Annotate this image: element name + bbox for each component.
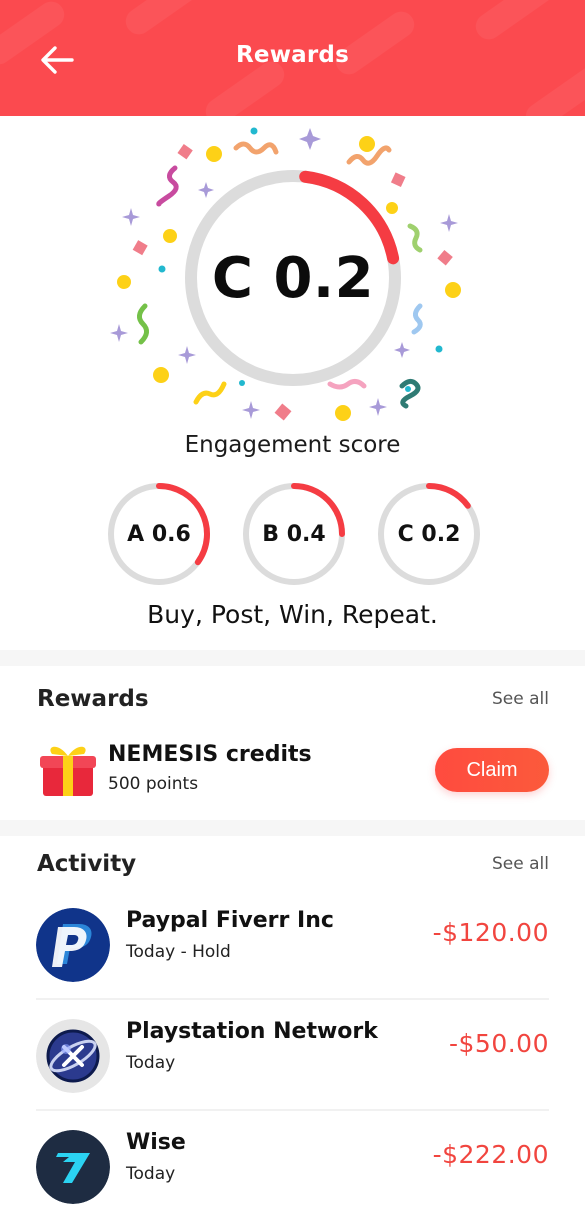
grade-ring-b: B 0.4 <box>240 480 348 588</box>
app-header: Rewards <box>0 0 585 116</box>
rewards-section-title: Rewards <box>37 686 149 712</box>
activity-see-all-link[interactable]: See all <box>492 854 549 874</box>
grade-label: B 0.4 <box>262 521 326 547</box>
main-score-label: C 0.2 <box>211 245 375 311</box>
activity-row[interactable]: Wise Today -$222.00 <box>36 1130 549 1226</box>
activity-amount: -$222.00 <box>432 1140 549 1169</box>
activity-name: Wise <box>126 1130 186 1155</box>
engagement-score-caption: Engagement score <box>184 432 401 458</box>
activity-row[interactable]: Paypal Fiverr Inc Today - Hold -$120.00 <box>36 908 549 1018</box>
row-divider <box>36 1109 549 1111</box>
wise-logo-icon <box>36 1130 110 1204</box>
engagement-hero: C 0.2 Engagement score A 0.6 B 0.4 C 0.2… <box>0 116 585 646</box>
activity-status: Today <box>126 1053 176 1073</box>
gift-icon <box>38 740 98 800</box>
grade-ring-c: C 0.2 <box>375 480 483 588</box>
grade-label: A 0.6 <box>127 521 191 547</box>
activity-section-title: Activity <box>37 851 137 877</box>
grade-label: C 0.2 <box>397 521 461 547</box>
page-title: Rewards <box>236 42 349 68</box>
grade-ring-a: A 0.6 <box>105 480 213 588</box>
paypal-logo-icon <box>36 908 110 982</box>
activity-amount: -$120.00 <box>432 918 549 947</box>
activity-row[interactable]: Playstation Network Today -$50.00 <box>36 1019 549 1129</box>
tagline: Buy, Post, Win, Repeat. <box>147 600 438 629</box>
section-divider <box>0 820 585 836</box>
activity-status: Today <box>126 1164 176 1184</box>
rewards-see-all-link[interactable]: See all <box>492 689 549 709</box>
row-divider <box>36 998 549 1000</box>
reward-name: NEMESIS credits <box>108 742 312 767</box>
activity-name: Paypal Fiverr Inc <box>126 908 334 933</box>
activity-amount: -$50.00 <box>449 1029 549 1058</box>
activity-status: Today - Hold <box>126 942 231 962</box>
section-divider <box>0 650 585 666</box>
claim-button[interactable]: Claim <box>435 748 549 792</box>
playstation-network-logo-icon <box>36 1019 110 1093</box>
activity-name: Playstation Network <box>126 1019 378 1044</box>
reward-points: 500 points <box>108 774 199 794</box>
